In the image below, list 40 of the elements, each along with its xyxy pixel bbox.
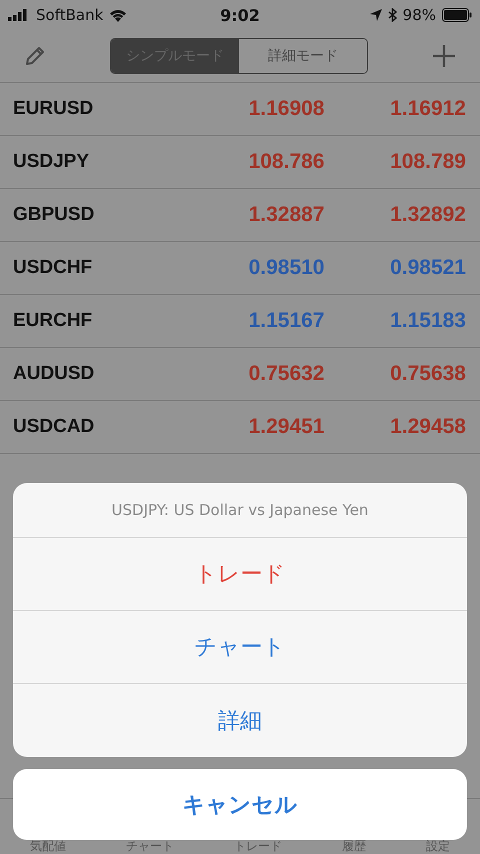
action-button[interactable]: 詳細 xyxy=(13,684,467,757)
tab-bar-item[interactable]: トレード xyxy=(234,839,282,853)
pencil-icon[interactable] xyxy=(24,45,46,67)
action-button[interactable]: トレード xyxy=(13,538,467,611)
tab-bar-item[interactable]: 気配値 xyxy=(30,839,66,853)
status-time: 9:02 xyxy=(220,6,260,24)
ask-price: 0.75638 xyxy=(389,362,466,386)
symbol-label: AUDUSD xyxy=(13,363,96,385)
tab-bar-item[interactable]: チャート xyxy=(126,839,174,853)
symbol-label: USDJPY xyxy=(13,151,90,173)
bid-price: 0.75632 xyxy=(248,362,324,386)
carrier-name: SoftBank xyxy=(36,6,104,24)
symbol-label: USDCHF xyxy=(13,257,94,279)
location-icon xyxy=(370,9,382,21)
symbol-label: EURCHF xyxy=(13,310,94,332)
battery-percent: 98% xyxy=(402,6,436,24)
wifi-icon xyxy=(109,8,128,22)
bid-price: 0.98510 xyxy=(248,256,324,280)
tab-bar-item[interactable]: 設定 xyxy=(426,839,450,853)
cancel-button[interactable]: キャンセル xyxy=(13,769,467,840)
sheet-title: USDJPY: US Dollar vs Japanese Yen xyxy=(13,483,467,538)
ask-price: 1.29458 xyxy=(389,415,466,439)
bid-price: 1.16908 xyxy=(248,97,324,121)
bid-price: 1.32887 xyxy=(248,203,324,227)
bid-price: 108.786 xyxy=(248,150,324,174)
tab-bar-item[interactable]: 履歴 xyxy=(342,839,366,853)
ask-price: 1.15183 xyxy=(389,309,466,333)
bluetooth-icon xyxy=(388,8,397,22)
symbol-label: EURUSD xyxy=(13,98,94,120)
bid-price: 1.15167 xyxy=(248,309,324,333)
ask-price: 0.98521 xyxy=(389,256,466,280)
bid-price: 1.29451 xyxy=(248,415,324,439)
ask-price: 1.16912 xyxy=(389,97,466,121)
battery-icon xyxy=(442,8,472,22)
symbol-label: GBPUSD xyxy=(13,204,96,226)
ask-price: 108.789 xyxy=(389,150,466,174)
add-icon[interactable] xyxy=(432,44,456,68)
ask-price: 1.32892 xyxy=(389,203,466,227)
symbol-label: USDCAD xyxy=(13,416,96,438)
action-button[interactable]: チャート xyxy=(13,611,467,684)
